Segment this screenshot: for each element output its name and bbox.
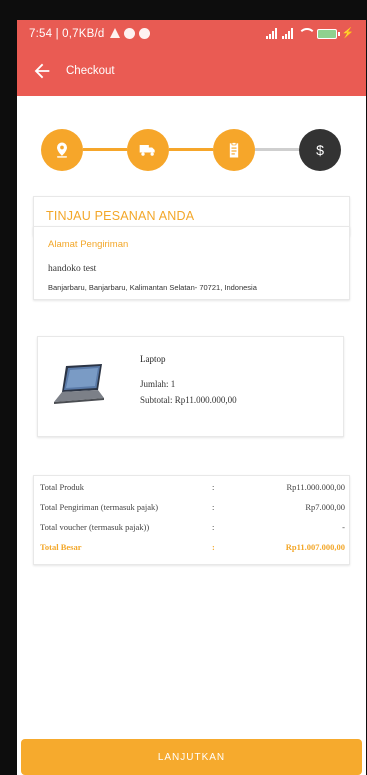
- app-screen: 7:54 | 0,7KB/d ⚡ Checkout $ TINJAU PESAN…: [17, 20, 366, 775]
- status-bar: 7:54 | 0,7KB/d ⚡: [17, 20, 366, 50]
- step-shipping-method[interactable]: [127, 129, 169, 171]
- summary-row-products: Total Produk : Rp11.000.000,00: [34, 478, 351, 496]
- summary-value: Rp11.000.000,00: [286, 482, 345, 492]
- mute-icon: [110, 28, 120, 38]
- notification-icon-2: [139, 28, 150, 39]
- location-pin-icon: [57, 142, 67, 158]
- summary-row-shipping: Total Pengiriman (termasuk pajak) : Rp7.…: [34, 498, 351, 516]
- clipboard-icon: [229, 142, 239, 158]
- product-card: Laptop Jumlah: 1 Subtotal: Rp11.000.000,…: [37, 336, 344, 437]
- step-connector: [169, 148, 213, 151]
- page-title: Checkout: [66, 65, 115, 77]
- summary-colon: :: [212, 542, 215, 552]
- back-arrow-icon[interactable]: [31, 60, 53, 82]
- summary-row-voucher: Total voucher (termasuk pajak)) : -: [34, 518, 351, 536]
- checkout-stepper: $: [17, 96, 366, 184]
- summary-colon: :: [212, 522, 215, 532]
- step-connector: [255, 148, 299, 151]
- summary-label: Total Produk: [40, 482, 85, 492]
- wifi-icon: [297, 28, 316, 39]
- product-quantity: Jumlah: 1: [140, 379, 176, 389]
- summary-value: Rp11.007.000,00: [285, 542, 345, 552]
- summary-label: Total voucher (termasuk pajak)): [40, 522, 150, 532]
- summary-colon: :: [212, 502, 215, 512]
- shipping-address-card: Alamat Pengiriman handoko test Banjarbar…: [33, 226, 350, 300]
- summary-value: Rp7.000,00: [305, 502, 345, 512]
- truck-icon: [139, 145, 155, 156]
- svg-text:$: $: [316, 143, 324, 159]
- signal-icon-2: [281, 28, 293, 39]
- status-time: 7:54 | 0,7KB/d: [29, 28, 105, 40]
- continue-button[interactable]: LANJUTKAN: [21, 739, 362, 775]
- charging-icon: ⚡: [341, 28, 354, 39]
- laptop-product-image: [54, 364, 104, 404]
- step-payment[interactable]: $: [299, 129, 341, 171]
- address-label: Alamat Pengiriman: [48, 239, 129, 250]
- address-text: Banjarbaru, Banjarbaru, Kalimantan Selat…: [48, 283, 257, 292]
- notification-icon: [124, 28, 135, 39]
- step-connector: [83, 148, 127, 151]
- signal-icon: [265, 28, 277, 39]
- step-order-review[interactable]: [213, 129, 255, 171]
- order-summary-card: Total Produk : Rp11.000.000,00 Total Pen…: [33, 475, 350, 565]
- summary-value: -: [342, 522, 345, 532]
- summary-label: Total Pengiriman (termasuk pajak): [40, 502, 159, 512]
- recipient-name: handoko test: [48, 264, 97, 274]
- app-bar: Checkout: [17, 50, 366, 96]
- summary-label: Total Besar: [40, 542, 82, 552]
- product-subtotal: Subtotal: Rp11.000.000,00: [140, 395, 237, 405]
- step-shipping-address[interactable]: [41, 129, 83, 171]
- product-name: Laptop: [140, 354, 166, 364]
- review-title: TINJAU PESANAN ANDA: [46, 209, 195, 223]
- summary-colon: :: [212, 482, 215, 492]
- dollar-icon: $: [316, 143, 324, 159]
- phone-frame: 7:54 | 0,7KB/d ⚡ Checkout $ TINJAU PESAN…: [0, 0, 367, 775]
- battery-icon: [316, 29, 340, 39]
- summary-row-grand-total: Total Besar : Rp11.007.000,00: [34, 538, 351, 556]
